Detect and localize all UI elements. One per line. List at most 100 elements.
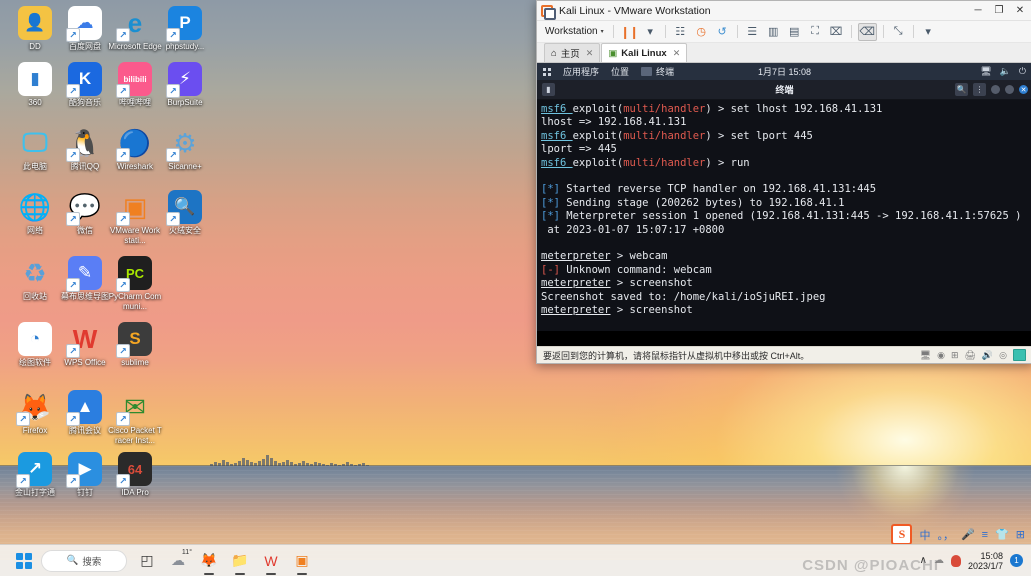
take-snapshot-button[interactable]: ◷ bbox=[693, 24, 710, 40]
revert-snapshot-button[interactable]: ↺ bbox=[714, 24, 731, 40]
skin-icon[interactable]: 👕 bbox=[995, 528, 1009, 541]
kali-system-tray[interactable]: 🖥 🔈 ⏻ bbox=[980, 66, 1026, 77]
close-icon[interactable]: ✕ bbox=[586, 48, 594, 59]
sogou-ime-toolbar[interactable]: S 中。， 🎤 ≡ 👕 ⊞ bbox=[887, 523, 1029, 546]
desktop-icon-wechat[interactable]: 💬 ↗ 微信 bbox=[58, 190, 112, 236]
desktop-icon-vmware-workstation[interactable]: ▣ ↗ VMware Workstati... bbox=[108, 190, 162, 245]
minimize-dot-button[interactable] bbox=[991, 85, 1000, 94]
sogou-logo-icon[interactable]: S bbox=[891, 524, 913, 545]
desktop-icon-microsoft-edge[interactable]: e ↗ Microsoft Edge bbox=[108, 6, 162, 52]
show-library-button[interactable]: ▥ bbox=[765, 24, 782, 40]
toolbox-icon[interactable]: ⊞ bbox=[1016, 528, 1025, 541]
pause-vm-button[interactable]: ❙❙ bbox=[620, 24, 639, 40]
vmware-workstation-window[interactable]: Kali Linux - VMware Workstation ─ ❐ ✕ Wo… bbox=[536, 0, 1031, 364]
tray-chevron-up-icon[interactable]: ∧ bbox=[920, 555, 927, 566]
taskbar-left-group[interactable]: 🔍 搜索 ◰ ☁ 11° 🦊 📁 W ▣ bbox=[0, 549, 313, 575]
desktop-icon-kingsoft-typing[interactable]: ↗ ↗ 金山打字通 bbox=[8, 452, 62, 498]
desktop-icon-sublime-text[interactable]: S ↗ sublime bbox=[108, 322, 162, 368]
tab-kali-linux[interactable]: ▣ Kali Linux ✕ bbox=[601, 43, 688, 62]
desktop-icon-this-pc[interactable]: 🖵 此电脑 bbox=[8, 126, 62, 172]
desktop-icon-kugou-music[interactable]: K ↗ 酷狗音乐 bbox=[58, 62, 112, 108]
windows-taskbar[interactable]: 🔍 搜索 ◰ ☁ 11° 🦊 📁 W ▣ ∧ ☁ 15:08 2023/1/7 1 bbox=[0, 544, 1031, 576]
stretch-view-button[interactable]: ⤡ bbox=[890, 24, 907, 40]
desktop-icon-drawing-software[interactable]: ◔ 绘图软件 bbox=[8, 322, 62, 368]
kali-places-menu[interactable]: 位置 bbox=[611, 65, 629, 78]
taskbar-search-box[interactable]: 🔍 搜索 bbox=[41, 549, 127, 572]
tray-cloud-icon[interactable]: ☁ bbox=[934, 555, 944, 566]
desktop-icon-baidu-netdisk[interactable]: ☁ ↗ 百度网盘 bbox=[58, 6, 112, 52]
punctuation-icon[interactable]: 。， bbox=[937, 527, 954, 543]
chinese-mode-icon[interactable]: 中 bbox=[919, 527, 930, 543]
desktop-icon-pycharm-community[interactable]: PC ↗ PyCharm Communi... bbox=[108, 256, 162, 311]
console-view-button[interactable]: ⌫ bbox=[857, 22, 877, 41]
display-icon[interactable]: 🖥 bbox=[980, 66, 991, 77]
input-panel-icon[interactable]: ≡ bbox=[982, 529, 988, 541]
workstation-menu-button[interactable]: Workstation ▾ bbox=[543, 25, 606, 38]
snapshot-manager-button[interactable]: ☰ bbox=[744, 24, 761, 40]
full-screen-button[interactable]: ⛶ bbox=[807, 24, 824, 40]
kali-applications-menu[interactable]: 应用程序 bbox=[563, 65, 599, 78]
maximize-button[interactable]: ❐ bbox=[993, 5, 1005, 16]
close-dot-button[interactable]: ✕ bbox=[1019, 85, 1028, 94]
close-button[interactable]: ✕ bbox=[1014, 5, 1026, 16]
desktop-icon-scanner-plus[interactable]: ⚙ ↗ Sicanne+ bbox=[158, 126, 212, 172]
desktop-icon-network[interactable]: 🌐 网络 bbox=[8, 190, 62, 236]
manage-snapshot-button[interactable]: ☷ bbox=[672, 24, 689, 40]
desktop-icon-wireshark[interactable]: 🔵 ↗ Wireshark bbox=[108, 126, 162, 172]
taskbar-vmware[interactable]: ▣ bbox=[291, 550, 313, 575]
close-icon[interactable]: ✕ bbox=[673, 48, 681, 59]
voice-input-icon[interactable]: 🎤 bbox=[961, 528, 975, 541]
tray-clock[interactable]: 15:08 2023/1/7 bbox=[968, 551, 1003, 571]
desktop-icon-phpstudy[interactable]: P ↗ phpstudy... bbox=[158, 6, 212, 52]
kali-terminal-taskitem[interactable]: 终端 bbox=[641, 65, 674, 78]
volume-icon[interactable]: 🔈 bbox=[1000, 66, 1011, 77]
desktop-icon-tencent-meeting[interactable]: ▲ ↗ 腾讯会议 bbox=[58, 390, 112, 436]
maximize-dot-button[interactable] bbox=[1005, 85, 1014, 94]
kali-clock[interactable]: 1月7日 15:08 bbox=[758, 65, 811, 78]
desktop-icon-bilibili[interactable]: bilibili ↗ 哔哩哔哩 bbox=[108, 62, 162, 108]
start-button[interactable] bbox=[16, 552, 32, 569]
desktop-icon-firefox[interactable]: 🦊 ↗ Firefox bbox=[8, 390, 62, 436]
kali-terminal-titlebar[interactable]: ▮ 终端 🔍 ⋮ ✕ bbox=[537, 80, 1031, 100]
search-icon[interactable]: 🔍 bbox=[955, 83, 968, 96]
kali-top-panel[interactable]: 应用程序 位置 终端 1月7日 15:08 🖥 🔈 ⏻ bbox=[537, 63, 1031, 80]
vmware-toolbar[interactable]: Workstation ▾ ❙❙ ▾ ☷ ◷ ↺ ☰ ▥ ▤ ⛶ ⌧ ⌫ ⤡ ▾ bbox=[537, 21, 1031, 43]
printer-icon[interactable]: 🖨 bbox=[964, 350, 975, 361]
unity-mode-button[interactable]: ⌧ bbox=[828, 24, 845, 40]
power-icon[interactable]: ⏻ bbox=[1019, 66, 1026, 77]
cd-drive-icon[interactable]: ◉ bbox=[937, 350, 945, 361]
desktop-icon-recycle-bin[interactable]: ♻ 回收站 bbox=[8, 256, 62, 302]
terminal-window-controls[interactable]: 🔍 ⋮ ✕ bbox=[955, 83, 1028, 96]
taskbar-firefox[interactable]: 🦊 bbox=[198, 550, 220, 575]
task-view-button[interactable]: ◰ bbox=[136, 550, 158, 572]
applications-grid-icon[interactable] bbox=[543, 67, 551, 76]
taskbar-wps-office[interactable]: W bbox=[260, 550, 282, 575]
disk-icon[interactable]: ◎ bbox=[999, 350, 1007, 361]
desktop-icon-tencent-qq[interactable]: 🐧 ↗ 腾讯QQ bbox=[58, 126, 112, 172]
desktop-icon-cisco-packet-tracer[interactable]: ✉ ↗ Cisco Packet Tracer Inst... bbox=[108, 390, 162, 445]
desktop-icon-wps-office[interactable]: W ↗ WPS Office bbox=[58, 322, 112, 368]
notification-badge[interactable]: 1 bbox=[1010, 554, 1023, 567]
minimize-button[interactable]: ─ bbox=[972, 5, 984, 16]
tab-home[interactable]: ⌂ 主页 ✕ bbox=[544, 43, 601, 62]
pause-dropdown-button[interactable]: ▾ bbox=[642, 24, 659, 40]
vm-guest-screen[interactable]: 应用程序 位置 终端 1月7日 15:08 🖥 🔈 ⏻ ▮ 终端 🔍 ⋮ ✕ m… bbox=[537, 63, 1031, 346]
desktop-icon-ida-pro[interactable]: 64 ↗ IDA Pro bbox=[108, 452, 162, 498]
terminal-output[interactable]: msf6 exploit(multi/handler) > set lhost … bbox=[537, 100, 1031, 331]
vmware-status-icons[interactable]: 🖥 ◉ ⊞ 🖨 🔊 ◎ bbox=[920, 349, 1026, 361]
taskbar-file-explorer[interactable]: 📁 bbox=[229, 550, 251, 575]
sound-icon[interactable]: 🔊 bbox=[982, 350, 993, 361]
weather-widget[interactable]: ☁ 11° bbox=[167, 549, 192, 572]
stretch-dropdown-button[interactable]: ▾ bbox=[920, 24, 937, 40]
usb-icon[interactable]: ⊞ bbox=[951, 350, 959, 361]
kebab-menu-icon[interactable]: ⋮ bbox=[973, 83, 986, 96]
desktop-icon-burpsuite[interactable]: ⚡ ↗ BurpSuite bbox=[158, 62, 212, 108]
show-thumbnail-bar-button[interactable]: ▤ bbox=[786, 24, 803, 40]
vmware-tab-strip[interactable]: ⌂ 主页 ✕ ▣ Kali Linux ✕ bbox=[537, 43, 1031, 63]
desktop-icon-mubu-mindmap[interactable]: ✎ ↗ 幕布思维导图 bbox=[58, 256, 112, 302]
desktop-icon-huorong-security[interactable]: 🔍 ↗ 火绒安全 bbox=[158, 190, 212, 236]
desktop-icon-folder-user[interactable]: 👤 DD bbox=[8, 6, 62, 52]
desktop-icon-dingtalk[interactable]: ▶ ↗ 钉钉 bbox=[58, 452, 112, 498]
network-adapter-icon[interactable]: 🖥 bbox=[920, 350, 931, 361]
system-tray[interactable]: ∧ ☁ 15:08 2023/1/7 1 bbox=[920, 551, 1031, 571]
